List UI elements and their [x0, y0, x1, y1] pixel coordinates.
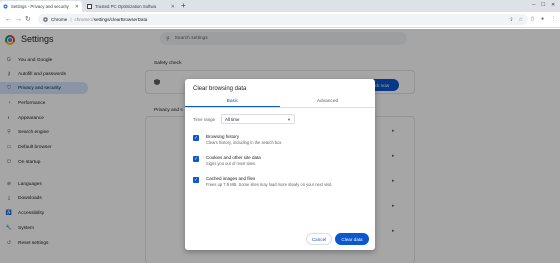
clear-browsing-data-dialog: Clear browsing data Basic Advanced Time … — [185, 79, 375, 250]
tab-settings[interactable]: Settings - Privacy and security ✕ — [0, 1, 82, 12]
option-description: Clears history, including in the search … — [206, 140, 282, 145]
new-tab-button[interactable]: + — [181, 2, 186, 10]
tab-strip: Settings - Privacy and security ✕ Truste… — [0, 0, 560, 12]
app-favicon-icon — [87, 4, 92, 9]
url-path: settings/clearBrowserData — [93, 17, 148, 22]
address-bar[interactable]: Chrome | chrome:// settings/clearBrowser… — [38, 14, 528, 25]
option-title: Browsing history — [206, 134, 240, 139]
time-range-label: Time range — [193, 117, 216, 122]
back-icon[interactable]: ← — [5, 15, 12, 24]
tab-trusted-pc[interactable]: Trusted PC Optimization Softwa ✕ — [84, 1, 178, 12]
option-description: Signs you out of most sites. — [206, 161, 257, 166]
url-separator: | — [70, 17, 72, 22]
tab-title: Trusted PC Optimization Softwa — [95, 4, 156, 9]
option-browsing-history: ✓ Browsing history Clears history, inclu… — [193, 134, 368, 150]
option-cookies: ✓ Cookies and other site data Signs you … — [193, 155, 368, 171]
browser-toolbar: ← → ↻ Chrome | chrome:// settings/clearB… — [0, 12, 560, 28]
caret-down-icon: ▼ — [287, 116, 291, 122]
reload-icon[interactable]: ↻ — [25, 15, 31, 24]
time-range-select[interactable]: All time ▼ — [221, 114, 295, 124]
cookies-checkbox[interactable]: ✓ — [193, 156, 199, 162]
profile-icon[interactable]: ● — [541, 16, 544, 22]
bookmark-star-icon[interactable]: ☆ — [519, 17, 523, 23]
option-description: Frees up 7.9 MB. Some sites may load mor… — [206, 182, 333, 187]
minimize-icon[interactable]: ─ — [532, 2, 536, 8]
url-prefix: Chrome — [51, 17, 68, 22]
tab-basic[interactable]: Basic — [185, 96, 280, 107]
tab-title: Settings - Privacy and security — [11, 4, 69, 9]
option-title: Cached images and files — [206, 176, 256, 181]
close-icon[interactable]: ✕ — [171, 4, 175, 10]
browsing-history-checkbox[interactable]: ✓ — [193, 135, 199, 141]
forward-icon[interactable]: → — [15, 15, 22, 24]
cancel-button[interactable]: Cancel — [306, 233, 332, 245]
maximize-icon[interactable]: ☐ — [541, 2, 545, 8]
chrome-icon — [43, 17, 48, 22]
option-cached-images: ✓ Cached images and files Frees up 7.9 M… — [193, 176, 368, 192]
clear-data-button[interactable]: Clear data — [335, 233, 369, 245]
gear-icon — [3, 4, 8, 9]
dialog-tabs: Basic Advanced — [185, 96, 375, 108]
dialog-footer: Cancel Clear data — [185, 229, 375, 245]
option-title: Cookies and other site data — [206, 155, 261, 160]
menu-kebab-icon[interactable]: ⋮ — [551, 16, 556, 22]
time-range-value: All time — [225, 116, 240, 122]
dialog-title: Clear browsing data — [193, 86, 247, 92]
close-window-icon[interactable]: ✕ — [551, 2, 555, 8]
cached-images-checkbox[interactable]: ✓ — [193, 177, 199, 183]
side-panel-icon[interactable]: ▯ — [531, 16, 534, 22]
tab-advanced[interactable]: Advanced — [280, 96, 375, 107]
close-icon[interactable]: ✕ — [75, 4, 79, 10]
share-icon[interactable]: ⇪ — [509, 17, 513, 23]
url-scheme: chrome:// — [74, 17, 94, 22]
